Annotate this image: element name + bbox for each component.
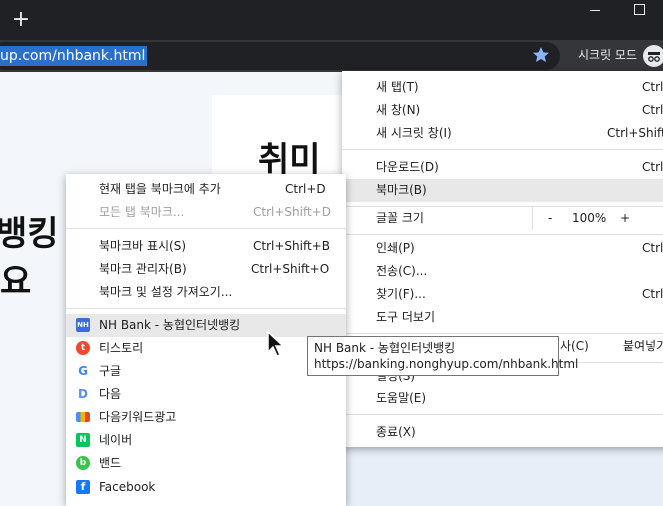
facebook-icon: f	[76, 480, 90, 494]
bookmark-label: Facebook	[99, 480, 156, 494]
bookmark-item[interactable]: NH NH Bank - 농협인터넷뱅킹	[66, 314, 346, 337]
zoom-in-button[interactable]: +	[620, 211, 630, 226]
menu-item-label: 인쇄(P)	[376, 241, 415, 255]
page-text-yo: 요	[0, 262, 32, 302]
menu-item-label: 글꼴 크기	[376, 211, 424, 225]
bookmark-item[interactable]: G 구글	[66, 360, 346, 383]
bookmark-item[interactable]: t 티스토리	[66, 337, 346, 360]
menu-item-shortcut: Ctrl	[642, 241, 663, 255]
page-footer-strip	[340, 445, 663, 506]
menu-divider	[342, 414, 663, 415]
menu-divider	[342, 234, 663, 235]
menu-item-label: 다운로드(D)	[376, 160, 439, 174]
menu-item-label: 찾기(F)...	[376, 287, 426, 301]
menu-item-label: 북마크 및 설정 가져오기...	[99, 285, 233, 299]
menu-copy-button[interactable]: 사(C)	[560, 339, 589, 354]
menu-divider	[66, 228, 346, 229]
menu-item-shortcut: Ctrl+Shift+B	[253, 239, 330, 253]
maximize-icon[interactable]	[634, 4, 645, 15]
new-tab-button[interactable]: +	[11, 9, 31, 31]
bookmark-item[interactable]: D 다음	[66, 383, 346, 406]
menu-new-window[interactable]: 새 창(N) Ctrl-	[342, 99, 663, 122]
bookmark-label: 다음키워드광고	[99, 410, 177, 424]
menu-item-label: 도구 더보기	[376, 310, 436, 324]
bookmark-item[interactable]: 다음키워드광고	[66, 406, 346, 429]
bookmark-tooltip: NH Bank - 농협인터넷뱅킹 https://banking.nonghy…	[307, 336, 579, 376]
menu-item-shortcut: Ctrl+Shift+O	[251, 262, 330, 276]
menu-paste-button[interactable]: 붙여넣기	[623, 339, 663, 354]
nh-bank-icon: NH	[76, 318, 90, 332]
incognito-icon[interactable]	[643, 45, 663, 67]
menu-item-shortcut: Ctrl	[642, 80, 663, 94]
menu-font-size: 글꼴 크기 - 100% +	[342, 207, 663, 230]
bookmark-item[interactable]: f Facebook	[66, 476, 346, 499]
bookmark-label: 티스토리	[99, 341, 144, 355]
menu-item-shortcut: Ctrl	[642, 287, 663, 301]
tooltip-url: https://banking.nonghyup.com/nhbank.html	[314, 357, 579, 371]
menu-item-label: 종료(X)	[376, 425, 416, 439]
menu-item-shortcut: Ctrl+Shift+D	[253, 205, 331, 219]
bookmark-star-icon[interactable]	[531, 45, 551, 65]
address-bar-url[interactable]: up.com/nhbank.html	[0, 46, 148, 66]
menu-item-label: 도움말(E)	[376, 391, 427, 405]
incognito-label: 시크릿 모드	[578, 48, 638, 62]
menu-item-label: 새 창(N)	[376, 103, 421, 117]
menu-item-label: 새 시크릿 창(I)	[376, 126, 452, 140]
minimize-icon[interactable]	[590, 10, 600, 11]
bookmark-all-tabs[interactable]: 모든 탭 북마크... Ctrl+Shift+D	[66, 201, 346, 224]
menu-item-label: 전송(C)...	[376, 264, 428, 278]
daum-icon: D	[78, 387, 88, 401]
menu-item-label: 모든 탭 북마크...	[99, 205, 185, 219]
menu-item-shortcut: Ctrl+Shift-	[607, 126, 663, 140]
import-bookmarks[interactable]: 북마크 및 설정 가져오기...	[66, 281, 346, 304]
band-icon: b	[76, 456, 90, 470]
google-icon: G	[78, 364, 88, 378]
menu-cast[interactable]: 전송(C)...	[342, 260, 663, 283]
zoom-level: 100%	[572, 211, 607, 225]
menu-item-shortcut: Ctrl+D	[285, 182, 326, 196]
tab-strip	[0, 0, 663, 40]
menu-bookmarks[interactable]: 북마크(B)	[342, 179, 663, 202]
page-text-banking: 뱅킹	[0, 214, 59, 254]
menu-print[interactable]: 인쇄(P) Ctrl	[342, 237, 663, 260]
show-bookmarks-bar[interactable]: 북마크바 표시(S) Ctrl+Shift+B	[66, 235, 346, 258]
bookmark-this-tab[interactable]: 현재 탭을 북마크에 추가 Ctrl+D	[66, 178, 346, 201]
zoom-out-button[interactable]: -	[548, 211, 552, 226]
bookmark-item[interactable]: b 밴드	[66, 452, 346, 475]
menu-item-label: 현재 탭을 북마크에 추가	[99, 182, 221, 196]
daum-keyword-ad-icon	[76, 412, 90, 422]
menu-item-label: 북마크(B)	[376, 183, 427, 197]
menu-item-label: 북마크바 표시(S)	[99, 239, 187, 253]
chrome-main-menu: 새 탭(T) Ctrl 새 창(N) Ctrl- 새 시크릿 창(I) Ctrl…	[342, 71, 663, 447]
menu-more-tools[interactable]: 도구 더보기	[342, 306, 663, 329]
menu-downloads[interactable]: 다운로드(D) Ctrl	[342, 156, 663, 179]
menu-item-shortcut: Ctrl	[642, 160, 663, 174]
menu-exit[interactable]: 종료(X)	[342, 421, 663, 444]
naver-icon: N	[76, 433, 90, 447]
menu-new-incognito-window[interactable]: 새 시크릿 창(I) Ctrl+Shift-	[342, 122, 663, 145]
bookmark-label: 구글	[99, 364, 122, 378]
menu-item-label: 북마크 관리자(B)	[99, 262, 187, 276]
menu-item-shortcut: Ctrl-	[642, 103, 663, 117]
menu-divider	[342, 149, 663, 150]
bookmark-label: 네이버	[99, 433, 133, 447]
tistory-icon: t	[76, 341, 90, 355]
bookmark-item[interactable]: N 네이버	[66, 429, 346, 452]
menu-divider	[66, 308, 346, 309]
tooltip-title: NH Bank - 농협인터넷뱅킹	[314, 341, 456, 355]
menu-find[interactable]: 찾기(F)... Ctrl	[342, 283, 663, 306]
menu-divider	[342, 333, 663, 334]
bookmarks-submenu: 현재 탭을 북마크에 추가 Ctrl+D 모든 탭 북마크... Ctrl+Sh…	[66, 174, 346, 506]
menu-item-label: 새 탭(T)	[376, 80, 419, 94]
bookmark-label: 다음	[99, 387, 122, 401]
bookmark-label: 밴드	[99, 456, 122, 470]
menu-help[interactable]: 도움말(E)	[342, 387, 663, 410]
mouse-cursor-icon	[267, 330, 285, 357]
bookmark-manager[interactable]: 북마크 관리자(B) Ctrl+Shift+O	[66, 258, 346, 281]
menu-new-tab[interactable]: 새 탭(T) Ctrl	[342, 76, 663, 99]
bookmark-label: NH Bank - 농협인터넷뱅킹	[99, 318, 241, 332]
